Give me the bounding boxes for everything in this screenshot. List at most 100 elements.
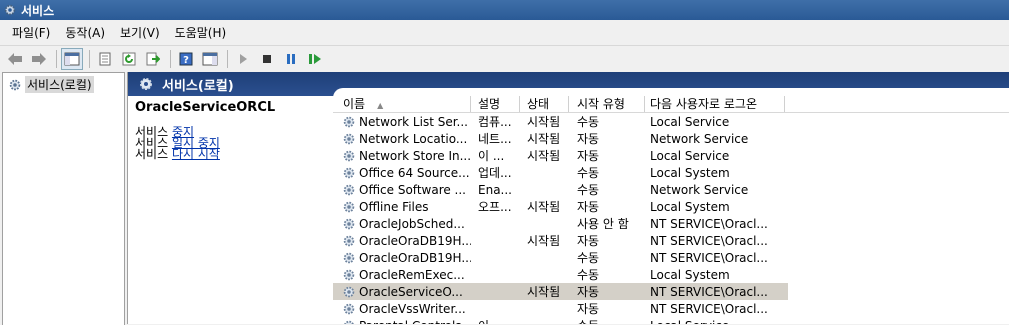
- service-gear-icon: [342, 200, 356, 214]
- table-row[interactable]: Office Software ...Ena...수동Network Servi…: [333, 181, 1009, 198]
- cell-name: Network List Ser...: [333, 115, 471, 129]
- table-row[interactable]: OracleOraDB19H...수동NT SERVICE\Oracl...: [333, 249, 1009, 266]
- cell-name: OracleServiceO...: [333, 285, 471, 299]
- cell-log-on-as: NT SERVICE\Oracl...: [645, 302, 785, 316]
- cell-log-on-as: NT SERVICE\Oracl...: [645, 234, 785, 248]
- service-name: OracleJobSched...: [359, 217, 465, 231]
- cell-log-on-as: Local System: [645, 166, 785, 180]
- cell-description: 이 ...: [471, 317, 520, 324]
- stop-service-button[interactable]: [256, 48, 278, 70]
- menu-action[interactable]: 동작(A): [65, 24, 105, 41]
- service-name: Office Software ...: [359, 183, 466, 197]
- menu-view[interactable]: 보기(V): [120, 24, 160, 41]
- cell-description: 업데...: [471, 164, 520, 181]
- cell-name: Offline Files: [333, 200, 471, 214]
- table-row[interactable]: OracleRemExec...수동Local System: [333, 266, 1009, 283]
- cell-startup-type: 사용 안 함: [569, 215, 645, 232]
- service-gear-icon: [342, 302, 356, 316]
- forward-button[interactable]: [28, 48, 50, 70]
- cell-startup-type: 자동: [569, 300, 645, 317]
- column-header-startup-type[interactable]: 시작 유형: [569, 96, 645, 112]
- table-row[interactable]: OracleVssWriter... 자동NT SERVICE\Oracl...: [333, 300, 1009, 317]
- console-tree: 서비스(로컬): [2, 72, 125, 325]
- service-name: OracleRemExec...: [359, 268, 465, 282]
- cell-log-on-as: NT SERVICE\Oracl...: [645, 285, 785, 299]
- cell-name: Network Locatio...: [333, 132, 471, 146]
- help-icon: ?: [179, 52, 193, 66]
- menu-bar: 파일(F) 동작(A) 보기(V) 도움말(H): [0, 20, 1009, 44]
- toolbar: ?: [0, 45, 1009, 72]
- properties-icon: [98, 52, 112, 66]
- cell-startup-type: 수동: [569, 317, 645, 324]
- cell-name: OracleVssWriter...: [333, 302, 471, 316]
- service-gear-icon: [342, 268, 356, 282]
- service-name: Office 64 Source...: [359, 166, 470, 180]
- table-row[interactable]: OracleOraDB19H...시작됨자동NT SERVICE\Oracl..…: [333, 232, 1009, 249]
- menu-file[interactable]: 파일(F): [12, 24, 50, 41]
- start-service-button[interactable]: [232, 48, 254, 70]
- cell-status: 시작됨: [520, 283, 569, 300]
- table-row[interactable]: Offline Files오프...시작됨자동Local System: [333, 198, 1009, 215]
- restart-service-button[interactable]: [304, 48, 326, 70]
- forward-icon: [31, 52, 47, 66]
- help-button[interactable]: ?: [175, 48, 197, 70]
- show-console-tree-icon: [64, 52, 80, 66]
- service-gear-icon: [342, 132, 356, 146]
- service-name: Offline Files: [359, 200, 429, 214]
- column-header-log-on-as[interactable]: 다음 사용자로 로그온: [645, 96, 785, 112]
- tree-item-services-local[interactable]: 서비스(로컬): [8, 76, 94, 93]
- restart-service-icon: [308, 53, 322, 65]
- service-name: OracleVssWriter...: [359, 302, 466, 316]
- cell-startup-type: 자동: [569, 283, 645, 300]
- service-name: OracleServiceO...: [359, 285, 463, 299]
- table-row[interactable]: Network List Ser...컴퓨...시작됨수동Local Servi…: [333, 113, 1009, 130]
- cell-log-on-as: Local System: [645, 200, 785, 214]
- table-row[interactable]: Office 64 Source...업데...수동Local System: [333, 164, 1009, 181]
- back-button[interactable]: [4, 48, 26, 70]
- service-gear-icon: [342, 285, 356, 299]
- cell-description: 네트...: [471, 130, 520, 147]
- refresh-button[interactable]: [118, 48, 140, 70]
- cell-log-on-as: Local Service: [645, 319, 785, 325]
- cell-startup-type: 수동: [569, 249, 645, 266]
- export-list-button[interactable]: [142, 48, 164, 70]
- table-row[interactable]: OracleJobSched...사용 안 함NT SERVICE\Oracl.…: [333, 215, 1009, 232]
- cell-log-on-as: Local Service: [645, 115, 785, 129]
- column-header-description[interactable]: 설명: [471, 96, 520, 112]
- service-name: Network Locatio...: [359, 132, 467, 146]
- cell-description: Ena...: [471, 183, 520, 197]
- svg-text:?: ?: [183, 55, 189, 66]
- title-bar: 서비스: [0, 0, 1009, 20]
- show-action-pane-button[interactable]: [199, 48, 221, 70]
- cell-name: Network Store In...: [333, 149, 471, 163]
- cell-startup-type: 자동: [569, 198, 645, 215]
- service-name: Network List Ser...: [359, 115, 468, 129]
- cell-status: 시작됨: [520, 113, 569, 130]
- show-action-pane-icon: [202, 52, 218, 66]
- show-console-tree-button[interactable]: [61, 48, 83, 70]
- column-header-name[interactable]: 이름▲: [333, 96, 471, 112]
- main-pane: 서비스(로컬) OracleServiceORCL 서비스 중지 서비스 일시 …: [127, 72, 1009, 324]
- column-header-status[interactable]: 상태: [520, 96, 569, 112]
- service-gear-icon: [342, 234, 356, 248]
- table-row[interactable]: OracleServiceO... 시작됨자동NT SERVICE\Oracl..…: [333, 283, 788, 300]
- cell-name: OracleOraDB19H...: [333, 234, 471, 248]
- action-restart: 서비스 다시 시작: [135, 149, 220, 160]
- service-gear-icon: [342, 166, 356, 180]
- menu-help[interactable]: 도움말(H): [175, 24, 227, 41]
- restart-service-link[interactable]: 다시 시작: [172, 147, 220, 161]
- cell-status: 시작됨: [520, 147, 569, 164]
- cell-name: OracleRemExec...: [333, 268, 471, 282]
- pause-service-button[interactable]: [280, 48, 302, 70]
- cell-name: OracleJobSched...: [333, 217, 471, 231]
- selected-service-name: OracleServiceORCL: [135, 100, 335, 115]
- service-name: Network Store In...: [359, 149, 471, 163]
- service-actions: 서비스 중지 서비스 일시 중지 서비스 다시 시작: [135, 127, 220, 160]
- cell-log-on-as: Local System: [645, 268, 785, 282]
- table-row[interactable]: Parental Controls이 ...수동Local Service: [333, 317, 1009, 324]
- table-row[interactable]: Network Locatio...네트...시작됨자동Network Serv…: [333, 130, 1009, 147]
- services-gear-icon: [8, 78, 22, 92]
- table-row[interactable]: Network Store In...이 ...시작됨자동Local Servi…: [333, 147, 1009, 164]
- back-icon: [7, 52, 23, 66]
- properties-button[interactable]: [94, 48, 116, 70]
